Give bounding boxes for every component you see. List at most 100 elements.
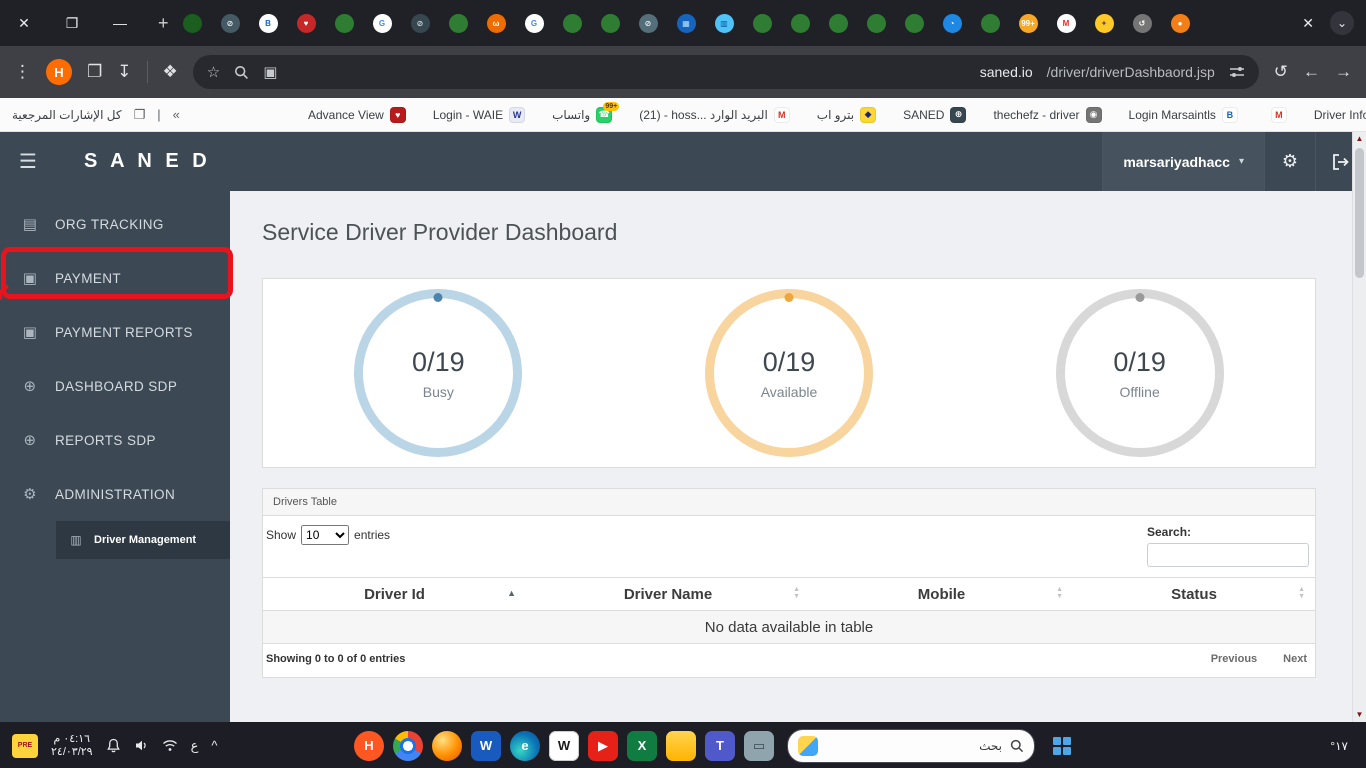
column-header-driver-name[interactable]: Driver Name ▲▼ (526, 578, 810, 611)
sidebar-item-dashboard-sdp[interactable]: ⊕ DASHBOARD SDP (0, 359, 230, 413)
scrollbar-thumb[interactable] (1355, 148, 1364, 278)
active-tab-close-button[interactable]: ✕ (1302, 15, 1314, 32)
sidebar-item-payment[interactable]: ▣ PAYMENT (0, 251, 230, 305)
browser-tab-favicon[interactable]: ◔ (943, 14, 962, 33)
search-icon[interactable] (234, 65, 249, 80)
document-icon[interactable]: W (549, 731, 579, 761)
browser-tab-favicon[interactable]: ω (487, 14, 506, 33)
bookmark-item[interactable]: Login Marsaintls B (1129, 107, 1238, 123)
youtube-icon[interactable]: ▶ (588, 731, 618, 761)
site-settings-sliders-icon[interactable] (1229, 65, 1245, 79)
column-header-driver-id[interactable]: Driver Id ▲ (263, 578, 526, 611)
hungerstation-icon[interactable]: H (354, 731, 384, 761)
page-scrollbar[interactable]: ▲ ▼ (1352, 132, 1366, 722)
wifi-icon[interactable] (162, 739, 178, 752)
window-close-button[interactable]: ✕ (0, 15, 48, 32)
sidebar-item-org-tracking[interactable]: ▤ ORG TRACKING (0, 197, 230, 251)
tray-overflow-chevron[interactable]: ^ (211, 738, 217, 753)
browser-tab-favicon[interactable]: ✦ (1095, 14, 1114, 33)
bookmark-item[interactable]: واتساب ☎ 99+ (552, 107, 612, 123)
browser-tab-favicon[interactable] (905, 14, 924, 33)
browser-tab-favicon[interactable]: M (1057, 14, 1076, 33)
browser-tab-favicon[interactable]: ▦ (677, 14, 696, 33)
browser-tab-favicon[interactable]: ⊘ (639, 14, 658, 33)
browser-tab-favicon[interactable] (791, 14, 810, 33)
browser-tab-favicon[interactable] (753, 14, 772, 33)
volume-icon[interactable] (134, 738, 149, 753)
new-tab-button[interactable]: + (158, 13, 169, 34)
sidebar-item-reports-sdp[interactable]: ⊕ REPORTS SDP (0, 413, 230, 467)
browser-tab-favicon[interactable]: ⊘ (221, 14, 240, 33)
excel-icon[interactable]: X (627, 731, 657, 761)
language-indicator[interactable]: ع (191, 738, 199, 754)
windows-start-button[interactable] (1048, 732, 1076, 760)
bookmark-item[interactable]: Advance View ♥ (308, 107, 406, 123)
teams-icon[interactable]: T (705, 731, 735, 761)
browser-tab-favicon[interactable]: ● (1171, 14, 1190, 33)
browser-tab-favicon[interactable] (867, 14, 886, 33)
browser-tab-favicon[interactable] (601, 14, 620, 33)
browser-tab-favicon[interactable]: ♥ (297, 14, 316, 33)
bookmarks-overflow-chevrons[interactable]: « (173, 107, 180, 122)
column-header-status[interactable]: Status ▲▼ (1073, 578, 1315, 611)
bookmark-item[interactable]: بترو اب ◆ (817, 107, 876, 123)
bookmark-item[interactable]: SANED ⊕ (903, 107, 966, 123)
previous-page-button[interactable]: Previous (1211, 653, 1257, 665)
side-panel-icon[interactable]: ❐ (87, 62, 102, 82)
browser-tab-favicon[interactable]: ↺ (1133, 14, 1152, 33)
page-size-select[interactable]: 10 (301, 525, 349, 545)
downloads-icon[interactable]: ↧ (117, 62, 131, 82)
browser-tab-favicon[interactable] (183, 14, 202, 33)
edge-icon[interactable]: e (510, 731, 540, 761)
chrome-icon[interactable] (393, 731, 423, 761)
browser-tab-favicon[interactable] (335, 14, 354, 33)
address-bar[interactable]: ☆ ▣ saned.io /driver/driverDashbaord.jsp (193, 55, 1259, 89)
file-explorer-icon[interactable] (666, 731, 696, 761)
bookmark-item[interactable]: (21) - hoss... البريد الوارد M (639, 107, 790, 123)
remote-desktop-icon[interactable]: ▭ (744, 731, 774, 761)
bookmark-star-icon[interactable]: ☆ (207, 63, 220, 81)
back-icon[interactable]: ← (1303, 62, 1320, 82)
window-restore-button[interactable]: ❐ (48, 15, 96, 32)
brand-logo[interactable]: S A N E D (84, 150, 211, 173)
reload-icon[interactable]: ↺ (1274, 62, 1288, 82)
scroll-down-arrow[interactable]: ▼ (1356, 708, 1364, 722)
bookmark-item[interactable]: Login - WAIE W (433, 107, 525, 123)
browser-tab-favicon[interactable] (563, 14, 582, 33)
browser-menu-icon[interactable]: ⋮ (14, 62, 31, 82)
settings-gear-button[interactable]: ⚙ (1264, 132, 1315, 191)
window-minimize-button[interactable]: — (96, 15, 144, 31)
sidebar-item-payment-reports[interactable]: ▣ PAYMENT REPORTS (0, 305, 230, 359)
bookmark-item[interactable]: M (1265, 107, 1287, 123)
screenshot-icon[interactable]: ▣ (263, 63, 277, 81)
sidebar-toggle-icon[interactable]: ☰ (0, 149, 56, 174)
browser-tab-favicon[interactable] (981, 14, 1000, 33)
profile-avatar[interactable]: H (46, 59, 72, 85)
browser-tab-favicon[interactable]: 99+ (1019, 14, 1038, 33)
browser-tab-favicon[interactable]: ▥ (715, 14, 734, 33)
firefox-icon[interactable] (432, 731, 462, 761)
browser-tab-favicon[interactable]: ⊘ (411, 14, 430, 33)
next-page-button[interactable]: Next (1283, 653, 1307, 665)
all-bookmarks-label[interactable]: كل الإشارات المرجعية (12, 108, 122, 122)
bookmarks-panel-icon[interactable]: ❐ (134, 107, 146, 123)
browser-tab-favicon[interactable]: G (373, 14, 392, 33)
browser-tab-favicon[interactable] (829, 14, 848, 33)
tab-search-button[interactable]: ⌄ (1330, 11, 1354, 35)
user-menu[interactable]: marsariyadhacc ▾ (1102, 132, 1264, 191)
extensions-icon[interactable]: ❖ (163, 62, 178, 82)
forward-icon[interactable]: → (1335, 62, 1352, 82)
scroll-up-arrow[interactable]: ▲ (1356, 132, 1364, 146)
sidebar-item-administration[interactable]: ⚙ ADMINISTRATION (0, 467, 230, 521)
clock[interactable]: ٠٤:١٦ م ٢٤/٠٣/٢٩ (51, 733, 93, 759)
table-search-input[interactable] (1147, 543, 1309, 567)
bookmark-item[interactable]: Driver Info ▦ (1314, 107, 1366, 123)
notifications-bell-icon[interactable] (106, 738, 121, 753)
browser-tab-favicon[interactable]: G (525, 14, 544, 33)
browser-tab-favicon[interactable]: B (259, 14, 278, 33)
weather-widget[interactable]: ١٧° (1330, 739, 1366, 753)
word-icon[interactable]: W (471, 731, 501, 761)
browser-tab-favicon[interactable] (449, 14, 468, 33)
sidebar-subitem-driver-management[interactable]: ▥ Driver Management (56, 521, 230, 559)
column-header-mobile[interactable]: Mobile ▲▼ (810, 578, 1073, 611)
